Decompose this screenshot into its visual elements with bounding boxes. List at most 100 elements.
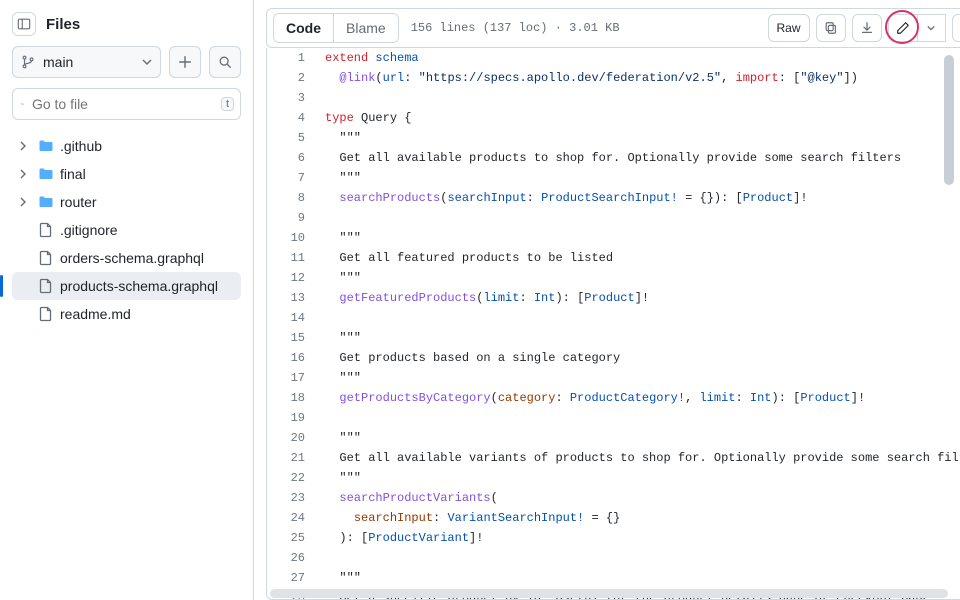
branch-select[interactable]: main [12,46,161,78]
code-content[interactable] [321,88,332,108]
vertical-scrollbar[interactable] [944,55,954,185]
code-content[interactable]: Get all available products to shop for. … [321,148,901,168]
code-viewer[interactable]: 1extend schema2 @link(url: "https://spec… [266,48,960,600]
code-content[interactable]: """ [321,228,361,248]
code-line: 1extend schema [267,48,960,68]
code-content[interactable]: ): [ProductVariant]! [321,528,483,548]
chevron-right-icon [18,141,32,151]
code-content[interactable] [321,548,332,568]
search-repo-button[interactable] [209,46,241,78]
code-content[interactable]: """ [321,268,361,288]
code-content[interactable]: searchInput: VariantSearchInput! = {} [321,508,620,528]
copy-icon [824,21,838,35]
go-to-file-kbd: t [221,97,234,111]
code-content[interactable]: """ [321,368,361,388]
line-number[interactable]: 21 [267,448,321,468]
line-number[interactable]: 22 [267,468,321,488]
tree-item-label: final [60,166,86,182]
tree-file-readme-md[interactable]: readme.md [12,300,241,328]
line-number[interactable]: 6 [267,148,321,168]
code-line: 12 """ [267,268,960,288]
line-number[interactable]: 2 [267,68,321,88]
line-number[interactable]: 15 [267,328,321,348]
code-content[interactable] [321,308,332,328]
line-number[interactable]: 17 [267,368,321,388]
add-file-button[interactable] [169,46,201,78]
code-line: 4type Query { [267,108,960,128]
copy-button[interactable] [816,14,846,42]
code-content[interactable]: """ [321,568,361,588]
line-number[interactable]: 19 [267,408,321,428]
line-number[interactable]: 26 [267,548,321,568]
caret-down-icon [927,24,935,32]
line-number[interactable]: 14 [267,308,321,328]
code-content[interactable]: extend schema [321,48,419,68]
tree-folder-router[interactable]: router [12,188,241,216]
code-content[interactable] [321,208,332,228]
line-number[interactable]: 27 [267,568,321,588]
line-number[interactable]: 4 [267,108,321,128]
collapse-sidebar-button[interactable] [12,12,36,36]
line-number[interactable]: 13 [267,288,321,308]
line-number[interactable]: 20 [267,428,321,448]
line-number[interactable]: 7 [267,168,321,188]
line-number[interactable]: 3 [267,88,321,108]
code-content[interactable]: """ [321,328,361,348]
edit-dropdown-button[interactable] [918,14,946,42]
file-tree: .github final router.gitignoreorders-schem… [12,132,241,328]
code-content[interactable]: """ [321,128,361,148]
go-to-file-input[interactable]: t [12,88,241,120]
tree-item-label: readme.md [60,306,131,322]
code-content[interactable]: getProductsByCategory(category: ProductC… [321,388,865,408]
code-blame-toggle: Code Blame [273,13,399,43]
tab-blame[interactable]: Blame [333,14,398,42]
line-number[interactable]: 8 [267,188,321,208]
code-content[interactable]: getFeaturedProducts(limit: Int): [Produc… [321,288,649,308]
code-content[interactable]: Get products based on a single category [321,348,620,368]
line-number[interactable]: 10 [267,228,321,248]
line-number[interactable]: 24 [267,508,321,528]
download-icon [860,21,874,35]
line-number[interactable]: 16 [267,348,321,368]
tree-file--gitignore[interactable]: .gitignore [12,216,241,244]
code-line: 9 [267,208,960,228]
tree-file-orders-schema-graphql[interactable]: orders-schema.graphql [12,244,241,272]
code-content[interactable]: """ [321,468,361,488]
code-line: 25 ): [ProductVariant]! [267,528,960,548]
line-number[interactable]: 23 [267,488,321,508]
tab-code[interactable]: Code [274,14,333,42]
code-content[interactable]: Get all featured products to be listed [321,248,613,268]
download-button[interactable] [852,14,882,42]
horizontal-scrollbar[interactable] [270,589,948,598]
go-to-file-field[interactable] [32,96,213,112]
line-number[interactable]: 11 [267,248,321,268]
tree-folder--github[interactable]: .github [12,132,241,160]
file-icon [38,278,54,294]
code-content[interactable]: """ [321,168,361,188]
file-toolbar: Code Blame 156 lines (137 loc) · 3.01 KB… [266,8,960,48]
code-content[interactable]: """ [321,428,361,448]
line-number[interactable]: 25 [267,528,321,548]
code-line: 20 """ [267,428,960,448]
code-content[interactable]: searchProducts(searchInput: ProductSearc… [321,188,808,208]
code-content[interactable]: type Query { [321,108,411,128]
symbols-button[interactable] [952,14,960,42]
tree-folder-final[interactable]: final [12,160,241,188]
branch-icon [21,55,35,69]
tree-file-products-schema-graphql[interactable]: products-schema.graphql [12,272,241,300]
line-number[interactable]: 9 [267,208,321,228]
line-number[interactable]: 12 [267,268,321,288]
code-line: 11 Get all featured products to be liste… [267,248,960,268]
code-content[interactable]: @link(url: "https://specs.apollo.dev/fed… [321,68,858,88]
code-content[interactable] [321,408,332,428]
code-content[interactable]: searchProductVariants( [321,488,498,508]
raw-button[interactable]: Raw [768,14,810,42]
tree-item-label: products-schema.graphql [60,278,218,294]
code-line: 2 @link(url: "https://specs.apollo.dev/f… [267,68,960,88]
edit-file-button[interactable] [888,14,918,42]
line-number[interactable]: 1 [267,48,321,68]
code-line: 16 Get products based on a single catego… [267,348,960,368]
code-content[interactable]: Get all available variants of products t… [321,448,960,468]
line-number[interactable]: 5 [267,128,321,148]
line-number[interactable]: 18 [267,388,321,408]
